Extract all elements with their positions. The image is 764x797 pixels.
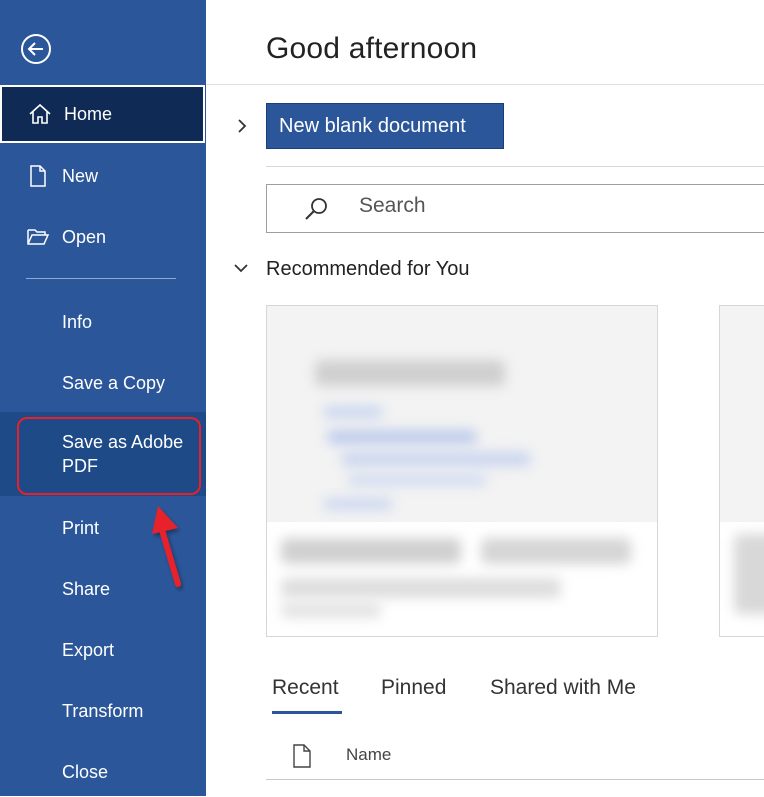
document-icon (26, 164, 50, 188)
sidebar-item-label: Print (62, 517, 100, 538)
sidebar-item-label: Export (62, 639, 115, 660)
blurred-content (281, 538, 461, 564)
tab-shared-with-me[interactable]: Shared with Me (490, 676, 636, 710)
blurred-content (734, 534, 764, 614)
sidebar-item-label: Close (62, 761, 109, 782)
sidebar-item-transform[interactable]: Transform (0, 686, 206, 736)
search-input[interactable] (357, 193, 737, 219)
recommended-card[interactable] (266, 305, 658, 637)
main-content: Good afternoon New blank document Recomm… (206, 0, 764, 796)
tab-label: Recent (272, 676, 339, 699)
sidebar-item-label: Home (64, 103, 113, 124)
blurred-content (323, 498, 393, 510)
sidebar-item-home[interactable]: Home (0, 85, 205, 143)
file-icon (293, 744, 311, 768)
blurred-content (347, 474, 487, 486)
chevron-right-icon[interactable] (234, 116, 250, 136)
blurred-content (341, 452, 531, 466)
sidebar-item-new[interactable]: New (0, 150, 206, 202)
recommended-card[interactable] (719, 305, 764, 637)
selected-tab-indicator (272, 711, 342, 714)
sidebar-divider (26, 278, 176, 279)
document-thumbnail (720, 306, 764, 522)
divider (266, 166, 764, 167)
blurred-content (481, 538, 631, 564)
sidebar-item-export[interactable]: Export (0, 625, 206, 675)
sidebar-item-close[interactable]: Close (0, 747, 206, 797)
tab-pinned[interactable]: Pinned (381, 676, 446, 710)
document-thumbnail (267, 306, 657, 522)
divider (206, 84, 764, 85)
sidebar-item-info[interactable]: Info (0, 297, 206, 347)
new-blank-document-button[interactable]: New blank document (266, 103, 504, 149)
page-title: Good afternoon (266, 32, 478, 65)
blurred-content (281, 602, 381, 618)
chevron-down-icon[interactable] (232, 262, 250, 276)
blurred-content (327, 430, 477, 444)
back-arrow-circle-icon (21, 34, 51, 64)
home-icon (28, 102, 52, 126)
tab-recent[interactable]: Recent (272, 676, 342, 714)
column-header-name[interactable]: Name (346, 745, 391, 765)
backstage-sidebar: Home New Open Info Save a Copy Save as A… (0, 0, 206, 796)
tab-label: Shared with Me (490, 676, 636, 699)
divider (266, 779, 764, 780)
sidebar-item-label: Share (62, 578, 111, 599)
folder-open-icon (26, 225, 50, 249)
annotation-highlight-box (17, 417, 201, 495)
sidebar-item-label: Transform (62, 700, 144, 721)
sidebar-item-label: Open (62, 226, 107, 247)
search-box[interactable] (266, 184, 764, 233)
sidebar-item-label: Info (62, 311, 93, 332)
sidebar-item-label: New (62, 165, 99, 186)
blurred-content (323, 406, 383, 418)
recommended-heading: Recommended for You (266, 258, 470, 280)
sidebar-item-save-a-copy[interactable]: Save a Copy (0, 358, 206, 408)
sidebar-item-open[interactable]: Open (0, 211, 206, 263)
search-icon (305, 198, 327, 220)
tab-label: Pinned (381, 676, 447, 699)
annotation-arrow-icon (152, 506, 181, 587)
back-button[interactable] (20, 33, 52, 65)
blurred-content (281, 578, 561, 598)
blurred-content (315, 360, 505, 386)
sidebar-item-label: Save a Copy (62, 372, 166, 393)
